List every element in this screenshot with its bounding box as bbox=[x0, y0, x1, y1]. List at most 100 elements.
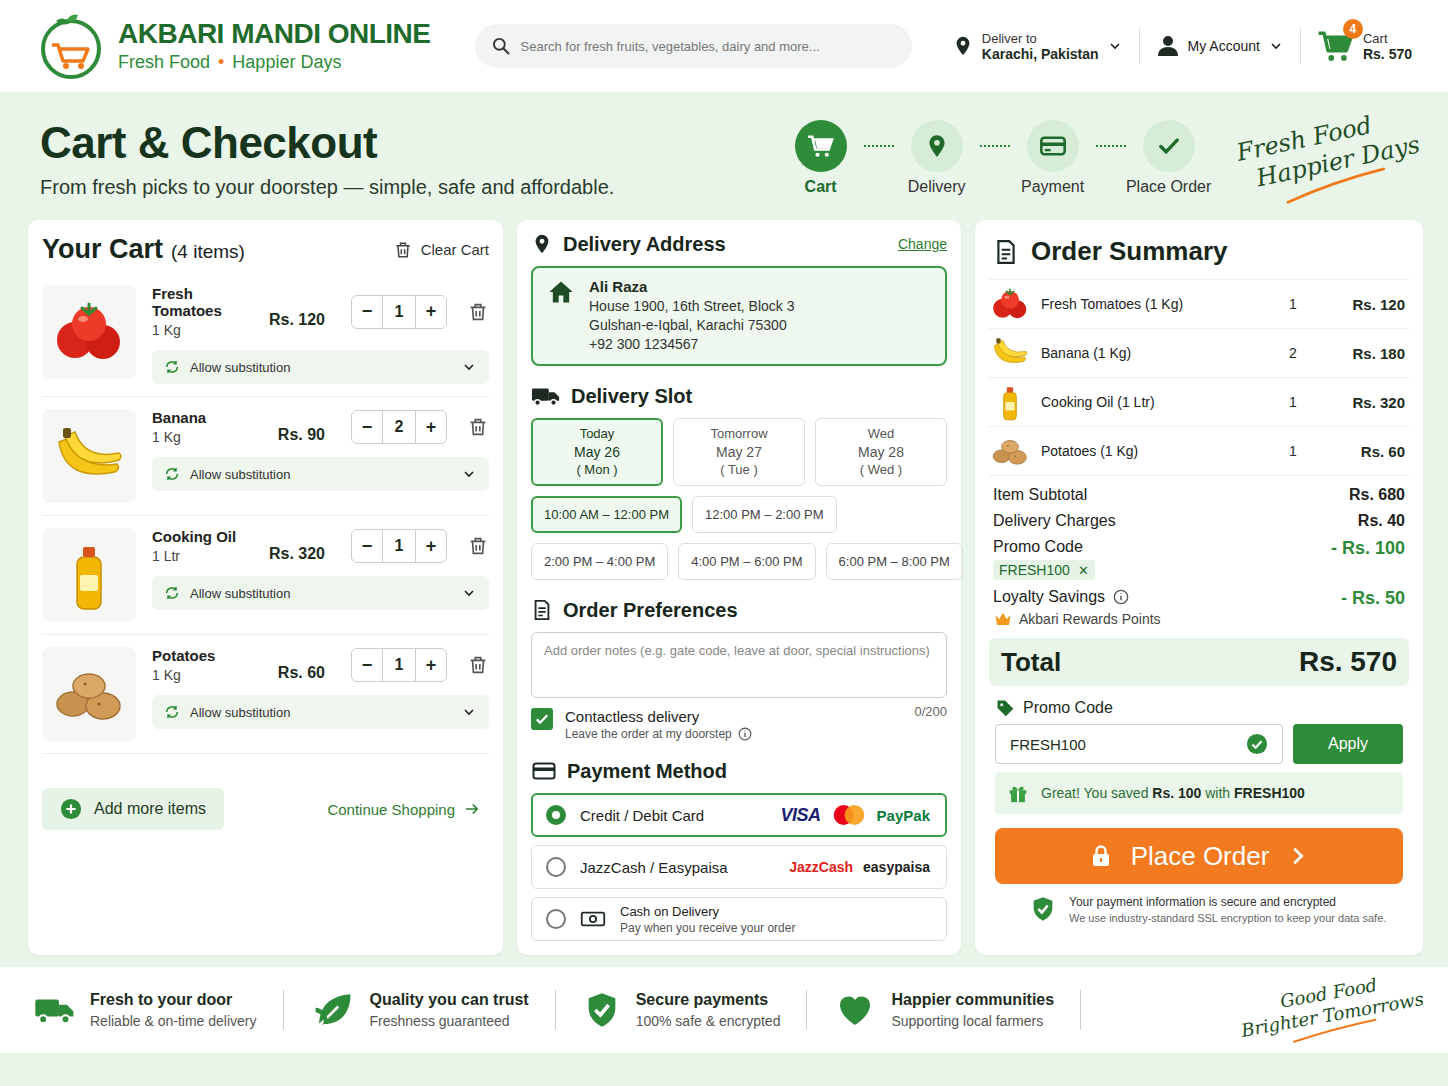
payment-option[interactable]: Cash on DeliveryPay when you receive you… bbox=[531, 897, 947, 941]
increase-button[interactable]: + bbox=[416, 411, 446, 443]
heart-icon bbox=[833, 990, 877, 1030]
promo-tag: FRESH100✕ bbox=[993, 560, 1095, 580]
quantity-stepper: −2+ bbox=[351, 410, 447, 444]
clear-cart-button[interactable]: Clear Cart bbox=[393, 240, 489, 260]
checkout-step[interactable]: Place Order bbox=[1126, 120, 1212, 196]
continue-shopping-link[interactable]: Continue Shopping bbox=[327, 800, 481, 818]
day-option[interactable]: TomorrowMay 27( Tue ) bbox=[673, 418, 805, 486]
product-image bbox=[42, 285, 136, 379]
trash-icon[interactable] bbox=[467, 416, 489, 438]
checkout-columns: Your Cart(4 items)Clear CartFresh Tomato… bbox=[0, 220, 1448, 967]
summary-title: Order Summary bbox=[989, 232, 1409, 280]
checkout-step[interactable]: Delivery bbox=[894, 120, 980, 196]
increase-button[interactable]: + bbox=[416, 530, 446, 562]
feature-item: Happier communitiesSupporting local farm… bbox=[833, 990, 1054, 1030]
time-slot[interactable]: 6:00 PM – 8:00 PM bbox=[826, 543, 963, 580]
substitution-dropdown[interactable]: Allow substitution bbox=[152, 350, 489, 384]
order-summary-panel: Order SummaryFresh Tomatoes (1 Kg)1Rs. 1… bbox=[975, 220, 1423, 955]
place-order-button[interactable]: Place Order bbox=[995, 828, 1403, 884]
product-name: Cooking Oil bbox=[152, 528, 257, 545]
quantity-value[interactable]: 1 bbox=[382, 649, 416, 681]
visa-logo: VISA bbox=[781, 805, 821, 826]
checkout-step[interactable]: Cart bbox=[778, 120, 864, 196]
shield-icon bbox=[582, 988, 622, 1032]
radio-button[interactable] bbox=[546, 805, 566, 825]
radio-button[interactable] bbox=[546, 857, 566, 877]
quantity-value[interactable]: 2 bbox=[382, 411, 416, 443]
trash-icon[interactable] bbox=[467, 535, 489, 557]
time-slot[interactable]: 10:00 AM – 12:00 PM bbox=[531, 496, 682, 533]
payment-title: Payment Method bbox=[531, 759, 947, 783]
remove-promo-button[interactable]: ✕ bbox=[1078, 563, 1089, 578]
banana-icon bbox=[49, 416, 129, 496]
order-notes-field[interactable]: Add order notes (e.g. gate code, leave a… bbox=[531, 632, 947, 698]
refresh-icon bbox=[164, 466, 180, 482]
page-header: Cart & CheckoutFrom fresh picks to your … bbox=[0, 92, 1448, 220]
payment-option[interactable]: JazzCash / EasypaisaJazzCasheasypaisa bbox=[531, 845, 947, 889]
substitution-dropdown[interactable]: Allow substitution bbox=[152, 695, 489, 729]
substitution-dropdown[interactable]: Allow substitution bbox=[152, 457, 489, 491]
substitution-dropdown[interactable]: Allow substitution bbox=[152, 576, 489, 610]
trash-icon[interactable] bbox=[467, 654, 489, 676]
product-image bbox=[42, 409, 136, 503]
contactless-checkbox[interactable]: Contactless deliveryLeave the order at m… bbox=[531, 708, 752, 741]
increase-button[interactable]: + bbox=[416, 296, 446, 328]
page-title: Cart & Checkout bbox=[40, 118, 614, 168]
cart-item: Fresh Tomatoes1 KgRs. 120−1+Allow substi… bbox=[42, 273, 489, 397]
divider bbox=[283, 990, 284, 1030]
pin-icon bbox=[952, 33, 974, 59]
summary-item: Cooking Oil (1 Ltr)1Rs. 320 bbox=[989, 378, 1409, 427]
gift-icon bbox=[1007, 782, 1029, 804]
decrease-button[interactable]: − bbox=[352, 649, 382, 681]
address-card[interactable]: Ali RazaHouse 1900, 16th Street, Block 3… bbox=[531, 266, 947, 366]
product-price: Rs. 320 bbox=[269, 545, 325, 563]
search-field[interactable]: Search for fresh fruits, vegetables, dai… bbox=[475, 24, 912, 68]
change-address-link[interactable]: Change bbox=[898, 236, 947, 252]
delivery-panel: Delivery AddressChangeAli RazaHouse 1900… bbox=[517, 220, 961, 955]
radio-button[interactable] bbox=[546, 909, 566, 929]
decrease-button[interactable]: − bbox=[352, 296, 382, 328]
location-selector[interactable]: Deliver toKarachi, Pakistan bbox=[952, 31, 1123, 62]
cart-button[interactable]: 4CartRs. 570 bbox=[1317, 27, 1412, 65]
loyalty-row: Loyalty SavingsAkbari Rewards Points- Rs… bbox=[993, 588, 1405, 628]
time-slot[interactable]: 12:00 PM – 2:00 PM bbox=[692, 496, 837, 533]
product-unit: 1 Ltr bbox=[152, 548, 257, 564]
paypak-logo: PayPak bbox=[877, 807, 930, 824]
brand[interactable]: AKBARI MANDI ONLINEFresh Food•Happier Da… bbox=[36, 11, 431, 81]
pin-icon bbox=[924, 133, 950, 159]
time-slot[interactable]: 2:00 PM – 4:00 PM bbox=[531, 543, 668, 580]
info-icon[interactable] bbox=[1113, 589, 1129, 605]
cart-panel: Your Cart(4 items)Clear CartFresh Tomato… bbox=[28, 220, 503, 955]
tag-icon bbox=[995, 698, 1015, 718]
quantity-value[interactable]: 1 bbox=[382, 296, 416, 328]
mastercard-icon bbox=[831, 803, 867, 827]
day-option[interactable]: WedMay 28( Wed ) bbox=[815, 418, 947, 486]
summary-item: Potatoes (1 Kg)1Rs. 60 bbox=[989, 427, 1409, 476]
increase-button[interactable]: + bbox=[416, 649, 446, 681]
quantity-value[interactable]: 1 bbox=[382, 530, 416, 562]
refresh-icon bbox=[164, 704, 180, 720]
checkout-step[interactable]: Payment bbox=[1010, 120, 1096, 196]
payment-option[interactable]: Credit / Debit CardVISAPayPak bbox=[531, 793, 947, 837]
promo-code-field[interactable]: FRESH100 bbox=[995, 724, 1283, 764]
total-row: TotalRs. 570 bbox=[989, 638, 1409, 686]
document-icon bbox=[531, 598, 553, 622]
decrease-button[interactable]: − bbox=[352, 530, 382, 562]
top-bar: AKBARI MANDI ONLINEFresh Food•Happier Da… bbox=[0, 0, 1448, 92]
day-option[interactable]: TodayMay 26( Mon ) bbox=[531, 418, 663, 486]
product-unit: 1 Kg bbox=[152, 667, 266, 683]
search-icon bbox=[491, 36, 511, 56]
brand-tagline: Fresh Food•Happier Days bbox=[118, 52, 431, 73]
tomato-icon bbox=[49, 292, 129, 372]
banana-icon bbox=[989, 332, 1031, 374]
trash-icon[interactable] bbox=[467, 301, 489, 323]
feature-item: Fresh to your doorReliable & on-time del… bbox=[34, 991, 257, 1029]
info-icon[interactable] bbox=[738, 727, 752, 741]
apply-button[interactable]: Apply bbox=[1293, 724, 1403, 764]
add-more-button[interactable]: Add more items bbox=[42, 788, 224, 830]
account-menu[interactable]: My Account bbox=[1156, 34, 1284, 58]
divider bbox=[806, 990, 807, 1030]
decrease-button[interactable]: − bbox=[352, 411, 382, 443]
preferences-title: Order Preferences bbox=[531, 598, 947, 622]
time-slot[interactable]: 4:00 PM – 6:00 PM bbox=[678, 543, 815, 580]
